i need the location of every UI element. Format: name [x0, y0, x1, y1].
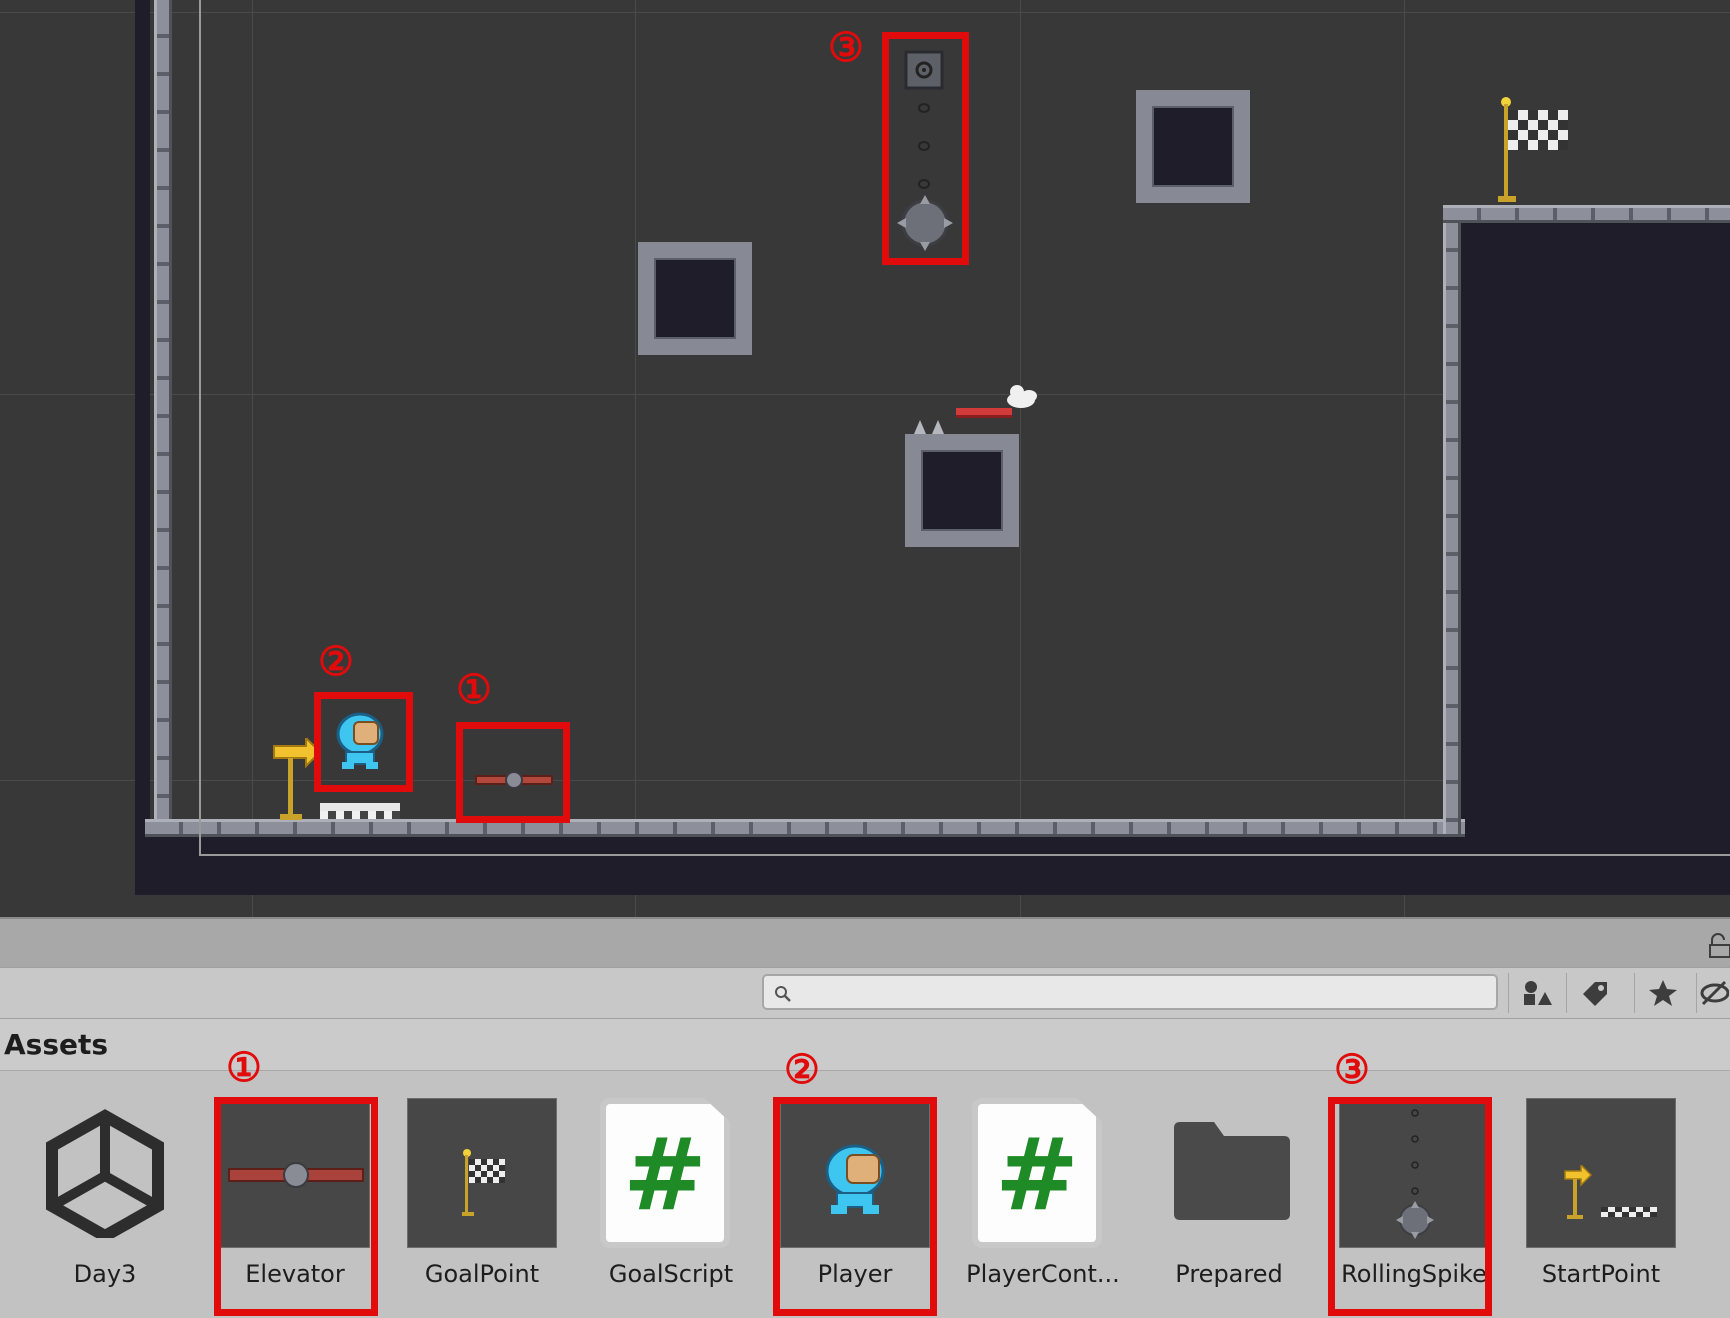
lock-icon[interactable] [1708, 933, 1730, 959]
asset-label: StartPoint [1541, 1260, 1661, 1288]
stone-block[interactable] [638, 242, 752, 355]
asset-label: Day3 [73, 1260, 137, 1288]
asset-label: Prepared [1175, 1260, 1283, 1288]
highlight-elevator [456, 722, 570, 823]
unity-logo-icon [46, 1109, 164, 1238]
stone-block[interactable] [905, 434, 1019, 547]
stone-block[interactable] [1136, 90, 1250, 203]
folder-icon [1174, 1122, 1290, 1220]
goal-flag-icon[interactable] [1498, 96, 1574, 206]
marker-three: ③ [1334, 1046, 1370, 1093]
panel-divider[interactable] [0, 917, 1730, 967]
goal-flag-icon [462, 1149, 505, 1216]
asset-label: PlayerCont... [966, 1260, 1120, 1288]
marker-one: ① [226, 1044, 262, 1091]
favorites-star-icon[interactable] [1634, 973, 1690, 1013]
highlight-player-asset [773, 1097, 937, 1316]
breadcrumb[interactable]: Assets [4, 1028, 108, 1061]
csharp-script-icon: # [972, 1098, 1102, 1248]
asset-goalpoint[interactable]: GoalPoint [407, 1098, 557, 1298]
csharp-script-icon: # [600, 1098, 730, 1248]
search-input[interactable] [798, 980, 1488, 1004]
search-icon [775, 986, 791, 1002]
scene-view[interactable]: ③ ② ① [0, 0, 1730, 917]
marker-two: ② [784, 1046, 820, 1093]
spikes-icon [914, 420, 944, 434]
asset-startpoint[interactable]: StartPoint [1526, 1098, 1676, 1298]
highlight-elevator-asset [214, 1097, 378, 1316]
asset-day3[interactable]: Day3 [30, 1098, 180, 1298]
hidden-packages-icon[interactable] [1696, 973, 1730, 1013]
start-point-icon [1564, 1165, 1657, 1219]
filter-by-type-icon[interactable] [1508, 973, 1564, 1013]
asset-label: GoalScript [608, 1260, 734, 1288]
asset-label: GoalPoint [424, 1260, 540, 1288]
marker-two: ② [318, 638, 354, 685]
asset-prepared[interactable]: Prepared [1154, 1098, 1304, 1298]
marker-one: ① [456, 666, 492, 713]
marker-three: ③ [828, 24, 864, 71]
asset-thumbnail [1526, 1098, 1676, 1248]
asset-playercontroller[interactable]: # PlayerCont... [966, 1098, 1120, 1298]
asset-goalscript[interactable]: # GoalScript [596, 1098, 746, 1298]
search-field[interactable] [762, 974, 1498, 1010]
highlight-player [314, 692, 413, 792]
highlight-rolling-spike [882, 32, 969, 265]
asset-thumbnail [407, 1098, 557, 1248]
start-pad [320, 803, 400, 819]
left-wall-fill [135, 0, 150, 830]
highlight-rollingspike-asset [1328, 1097, 1492, 1316]
dust-cloud-icon [1007, 385, 1037, 408]
filter-by-label-icon[interactable] [1566, 973, 1622, 1013]
left-wall [154, 0, 172, 820]
